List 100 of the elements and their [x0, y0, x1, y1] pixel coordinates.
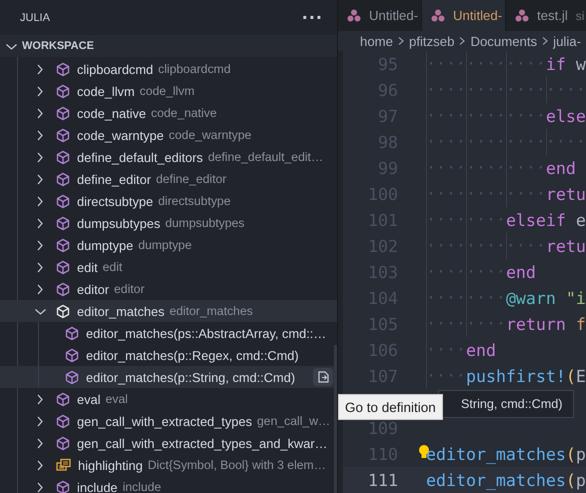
- code-token: end: [466, 340, 496, 360]
- item-label: directsubtype: [77, 194, 154, 208]
- tree-item[interactable]: editor editor: [0, 278, 337, 300]
- tree-item[interactable]: code_warntype code_warntype: [0, 124, 337, 146]
- tree-item[interactable]: editor_matches(p::String, cmd::Cmd): [0, 366, 337, 388]
- hover-popup: String, cmd::Cmd): [438, 390, 574, 418]
- editor-tab[interactable]: Untitled-: [338, 0, 422, 32]
- item-label: code_native: [77, 106, 146, 120]
- code-token: E: [576, 366, 586, 386]
- code-token: f: [574, 314, 586, 334]
- item-label: eval: [77, 392, 100, 406]
- cube-icon: [56, 62, 70, 76]
- item-label: dumptype: [77, 238, 134, 252]
- item-label: gen_call_with_extracted_types: [77, 414, 252, 428]
- breadcrumb-item[interactable]: pfitzseb: [409, 34, 454, 49]
- panel-title: JULIA: [20, 12, 50, 24]
- cube-icon: [56, 84, 70, 98]
- item-description: define_default_edit…: [208, 150, 324, 164]
- cube-icon: [56, 480, 70, 493]
- tree-item[interactable]: dumptype dumptype: [0, 234, 337, 256]
- tree-item[interactable]: edit edit: [0, 256, 337, 278]
- tree-item[interactable]: define_editor define_editor: [0, 168, 337, 190]
- code-token: p: [576, 470, 586, 490]
- cube-icon: [56, 216, 70, 230]
- code-token: (: [566, 366, 576, 386]
- tree-item[interactable]: directsubtype directsubtype: [0, 190, 337, 212]
- item-description: eval: [105, 392, 128, 406]
- cube-icon: [56, 172, 70, 186]
- code-token: @warn: [506, 288, 556, 308]
- item-label: dumpsubtypes: [77, 216, 160, 230]
- item-description: edit: [102, 260, 122, 274]
- julia-logo-icon: [515, 9, 529, 22]
- cube-icon: [56, 392, 70, 406]
- item-description: clipboardcmd: [158, 62, 231, 76]
- more-actions-button[interactable]: ···: [298, 8, 327, 27]
- item-label: code_warntype: [77, 128, 164, 142]
- cube-icon: [56, 150, 70, 164]
- tree-item[interactable]: dumpsubtypes dumpsubtypes: [0, 212, 337, 234]
- breadcrumb-item[interactable]: Documents: [470, 34, 538, 49]
- tab-description: si: [576, 8, 584, 23]
- tree-item[interactable]: editor_matches editor_matches: [0, 300, 337, 322]
- tab-label: Untitled-: [453, 8, 502, 24]
- code-token: retu: [546, 236, 586, 256]
- tree-item[interactable]: include include: [0, 476, 337, 493]
- tree-item[interactable]: highlighting Dict{Symbol, Bool} with 3 elem…: [0, 454, 337, 476]
- chevron-icon: [397, 35, 405, 48]
- code-token: e: [574, 210, 586, 230]
- item-description: code_native: [151, 106, 217, 120]
- item-label: editor_matches(ps::AbstractArray, cmd::…: [86, 326, 326, 340]
- code-token: if: [546, 54, 566, 74]
- tree-item[interactable]: gen_call_with_extracted_types gen_call_w…: [0, 410, 337, 432]
- breadcrumb-item[interactable]: julia-: [553, 34, 582, 49]
- go-to-definition-button[interactable]: [313, 368, 333, 386]
- tree-item[interactable]: gen_call_with_extracted_types_and_kwar…: [0, 432, 337, 454]
- item-description: include: [122, 480, 162, 493]
- code-token: pushfirst!: [466, 366, 566, 386]
- julia-logo-icon: [347, 9, 361, 22]
- item-description: Dict{Symbol, Bool} with 3 elem…: [148, 458, 326, 472]
- cube-icon: [56, 304, 70, 318]
- chevron-icon: [458, 35, 466, 48]
- item-description: code_warntype: [168, 128, 252, 142]
- tree-item[interactable]: eval eval: [0, 388, 337, 410]
- item-label: highlighting: [78, 458, 143, 472]
- tree-item[interactable]: clipboardcmd clipboardcmd: [0, 58, 337, 80]
- cube-icon: [56, 436, 70, 450]
- code-token: end: [546, 158, 576, 178]
- item-label: gen_call_with_extracted_types_and_kwar…: [77, 436, 328, 450]
- item-description: define_editor: [156, 172, 226, 186]
- item-description: editor: [114, 282, 145, 296]
- code-token: return: [506, 314, 566, 334]
- cube-icon: [56, 106, 70, 120]
- code-token: retu: [546, 184, 586, 204]
- item-label: clipboardcmd: [77, 62, 154, 76]
- item-label: editor_matches(p::String, cmd::Cmd): [86, 370, 296, 384]
- code-token: editor_matches: [426, 444, 566, 464]
- item-description: dumptype: [138, 238, 192, 252]
- cube-icon: [56, 128, 70, 142]
- editor-tab[interactable]: test.jl si: [506, 0, 586, 32]
- tab-label: Untitled-: [369, 8, 418, 24]
- breadcrumb-item[interactable]: home: [360, 34, 393, 49]
- code-token: w: [574, 54, 586, 74]
- cube-icon: [56, 194, 70, 208]
- item-label: editor_matches: [77, 304, 164, 318]
- item-description: dumpsubtypes: [165, 216, 245, 230]
- cube-icon: [65, 370, 79, 384]
- cube-icon: [65, 348, 79, 362]
- tree-item[interactable]: define_default_editors define_default_edit…: [0, 146, 337, 168]
- item-label: code_llvm: [77, 84, 135, 98]
- tree-item[interactable]: code_native code_native: [0, 102, 337, 124]
- section-header[interactable]: WORKSPACE: [0, 35, 337, 57]
- code-token: "i: [564, 288, 586, 308]
- code-token: else: [546, 106, 586, 126]
- go-to-file-icon: [316, 370, 330, 384]
- tooltip: Go to definition: [338, 394, 443, 420]
- item-label: define_default_editors: [77, 150, 203, 164]
- cube-icon: [56, 282, 70, 296]
- tree-item[interactable]: code_llvm code_llvm: [0, 80, 337, 102]
- code-token: end: [506, 262, 536, 282]
- editor-tab[interactable]: Untitled-: [422, 0, 506, 32]
- code-token: editor_matches: [426, 470, 566, 490]
